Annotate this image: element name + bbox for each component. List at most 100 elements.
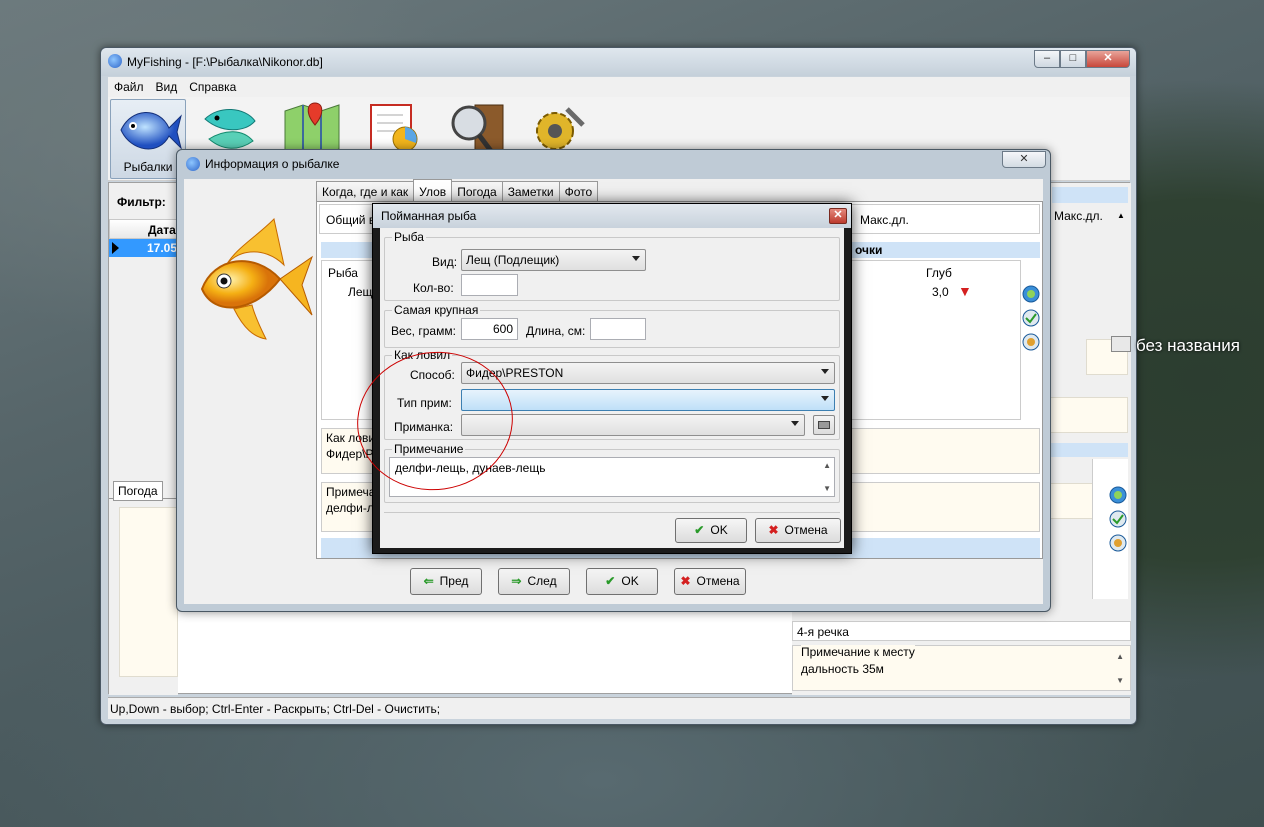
- status-bar: Up,Down - выбор; Ctrl-Enter - Раскрыть; …: [108, 697, 1130, 719]
- count-field[interactable]: [461, 274, 518, 296]
- ok-label: OK: [621, 574, 639, 588]
- note-scroll-up[interactable]: ▲: [1116, 652, 1124, 661]
- caption-buttons: – □ ✕: [1034, 50, 1130, 68]
- chevron-down-icon: [821, 369, 829, 374]
- tab-catch[interactable]: Улов: [413, 179, 453, 201]
- species-label: Вид:: [432, 255, 458, 269]
- add-point-icon[interactable]: [1021, 284, 1041, 304]
- menu-help[interactable]: Справка: [183, 77, 242, 97]
- species-combobox[interactable]: Лещ (Подлещик): [461, 249, 646, 271]
- toolbar-fishing-trips-button[interactable]: Рыбалки: [110, 99, 186, 179]
- fish-cancel-button[interactable]: ✖ Отмена: [755, 518, 841, 543]
- delete-point-icon[interactable]: [1108, 533, 1128, 556]
- next-button[interactable]: ⇒ След: [498, 568, 570, 595]
- dialog-app-icon: [186, 157, 200, 171]
- depth-column-header[interactable]: Глуб: [926, 266, 952, 280]
- catch-note-label: Примеча: [326, 485, 376, 499]
- delete-point-icon[interactable]: [1021, 332, 1041, 352]
- menu-file[interactable]: Файл: [108, 77, 150, 97]
- tab-weather-bottom[interactable]: Погода: [113, 481, 163, 501]
- fish-ok-button[interactable]: ✔ OK: [675, 518, 747, 543]
- scroll-up-arrow[interactable]: ▲: [1117, 211, 1127, 220]
- menu-bar: Файл Вид Справка: [108, 77, 1130, 97]
- close-button[interactable]: ✕: [1086, 50, 1130, 68]
- goldfish-icon: [200, 217, 313, 340]
- minimize-button[interactable]: –: [1034, 50, 1060, 68]
- general-label: Общий в: [326, 213, 376, 227]
- next-label: След: [527, 574, 557, 588]
- chevron-down-icon: [791, 421, 799, 426]
- app-icon: [108, 54, 122, 68]
- separator: [384, 512, 840, 513]
- fish-grid-row[interactable]: Лещ: [348, 285, 372, 299]
- place-note-field: Примечание к месту дальность 35м ▲ ▼: [792, 645, 1131, 691]
- memo-scroll-up[interactable]: ▲: [823, 461, 831, 470]
- fish-ok-label: OK: [710, 523, 728, 537]
- bait-keyboard-button[interactable]: [813, 415, 835, 435]
- prev-label: Пред: [439, 574, 469, 588]
- arrow-right-icon: ⇒: [511, 574, 522, 588]
- info-cancel-button[interactable]: ✖ Отмена: [674, 568, 746, 595]
- check-icon: ✔: [605, 574, 616, 588]
- fish-dialog-close-button[interactable]: ✕: [829, 208, 847, 224]
- count-label: Кол-во:: [413, 281, 454, 295]
- fish-cancel-label: Отмена: [784, 523, 828, 537]
- add-point-icon[interactable]: [1108, 485, 1128, 508]
- check-icon: ✔: [694, 523, 705, 537]
- window-title: MyFishing - [F:\Рыбалка\Nikonor.db]: [127, 55, 323, 69]
- max-length-column[interactable]: Макс.дл.: [1054, 209, 1103, 223]
- info-dialog-title: Информация о рыбалке: [205, 157, 340, 171]
- species-value: Лещ (Подлещик): [466, 253, 560, 267]
- weather-note-box: [119, 507, 178, 677]
- menu-view[interactable]: Вид: [150, 77, 184, 97]
- chevron-down-icon: [632, 256, 640, 261]
- place-note-label: Примечание к месту: [801, 645, 915, 659]
- prev-button[interactable]: ⇐ Пред: [410, 568, 482, 595]
- info-dialog-close-button[interactable]: ✕: [1002, 151, 1046, 168]
- place-note-text: дальность 35м: [801, 662, 884, 676]
- chevron-down-icon: [821, 396, 829, 401]
- fish-column-header[interactable]: Рыба: [328, 266, 358, 280]
- length-field[interactable]: [590, 318, 646, 340]
- map-place-label: без названия: [1136, 336, 1240, 355]
- tab-weather[interactable]: Погода: [451, 181, 503, 201]
- filter-label: Фильтр:: [117, 195, 166, 209]
- fish-dialog-titlebar[interactable]: Пойманная рыба ✕: [373, 204, 851, 228]
- edit-point-icon[interactable]: [1108, 509, 1128, 532]
- depth-value: 3,0: [932, 285, 949, 299]
- trips-grid-selected-row[interactable]: 17.05: [109, 239, 178, 257]
- main-titlebar[interactable]: MyFishing - [F:\Рыбалка\Nikonor.db] – □ …: [101, 48, 1136, 76]
- keyboard-button[interactable]: [1111, 336, 1131, 352]
- point-actions: [1021, 260, 1040, 420]
- maximize-button[interactable]: □: [1060, 50, 1086, 68]
- group-fish-title: Рыба: [392, 230, 426, 244]
- place-header-strip: [1052, 187, 1128, 203]
- weight-label: Вес, грамм:: [391, 324, 456, 338]
- arrow-left-icon: ⇐: [423, 574, 434, 588]
- fish-icon: [120, 112, 182, 150]
- trips-grid-header: Дата: [109, 219, 178, 239]
- memo-scroll-down[interactable]: ▼: [823, 484, 831, 493]
- river-name-field: 4-я речка: [792, 621, 1131, 641]
- length-label: Длина, см:: [526, 324, 586, 338]
- tab-photo[interactable]: Фото: [558, 181, 599, 201]
- groundbait-combobox[interactable]: [461, 389, 835, 411]
- points-header: очки: [855, 243, 883, 257]
- river-name: 4-я речка: [797, 625, 849, 639]
- trips-panel: Фильтр: Дата 17.05 Погода: [109, 183, 178, 695]
- tab-notes[interactable]: Заметки: [501, 181, 560, 201]
- date-column-header[interactable]: Дата: [148, 223, 176, 237]
- method-combobox[interactable]: Фидер\PRESTON: [461, 362, 835, 384]
- cross-icon: ✖: [768, 523, 779, 537]
- bottom-tabs: Погода: [109, 479, 178, 501]
- trip-date-cell: 17.05: [147, 241, 178, 255]
- note-scroll-down[interactable]: ▼: [1116, 676, 1124, 685]
- edit-point-icon[interactable]: [1021, 308, 1041, 328]
- toolbar-item-label: Рыбалки: [123, 160, 173, 174]
- cancel-label: Отмена: [696, 574, 740, 588]
- tab-when-where-how[interactable]: Когда, где и как: [316, 181, 415, 201]
- max-length-header: Макс.дл.: [860, 213, 909, 227]
- catches-header-strip: [1046, 443, 1128, 457]
- weight-field[interactable]: 600: [461, 318, 518, 340]
- info-ok-button[interactable]: ✔ OK: [586, 568, 658, 595]
